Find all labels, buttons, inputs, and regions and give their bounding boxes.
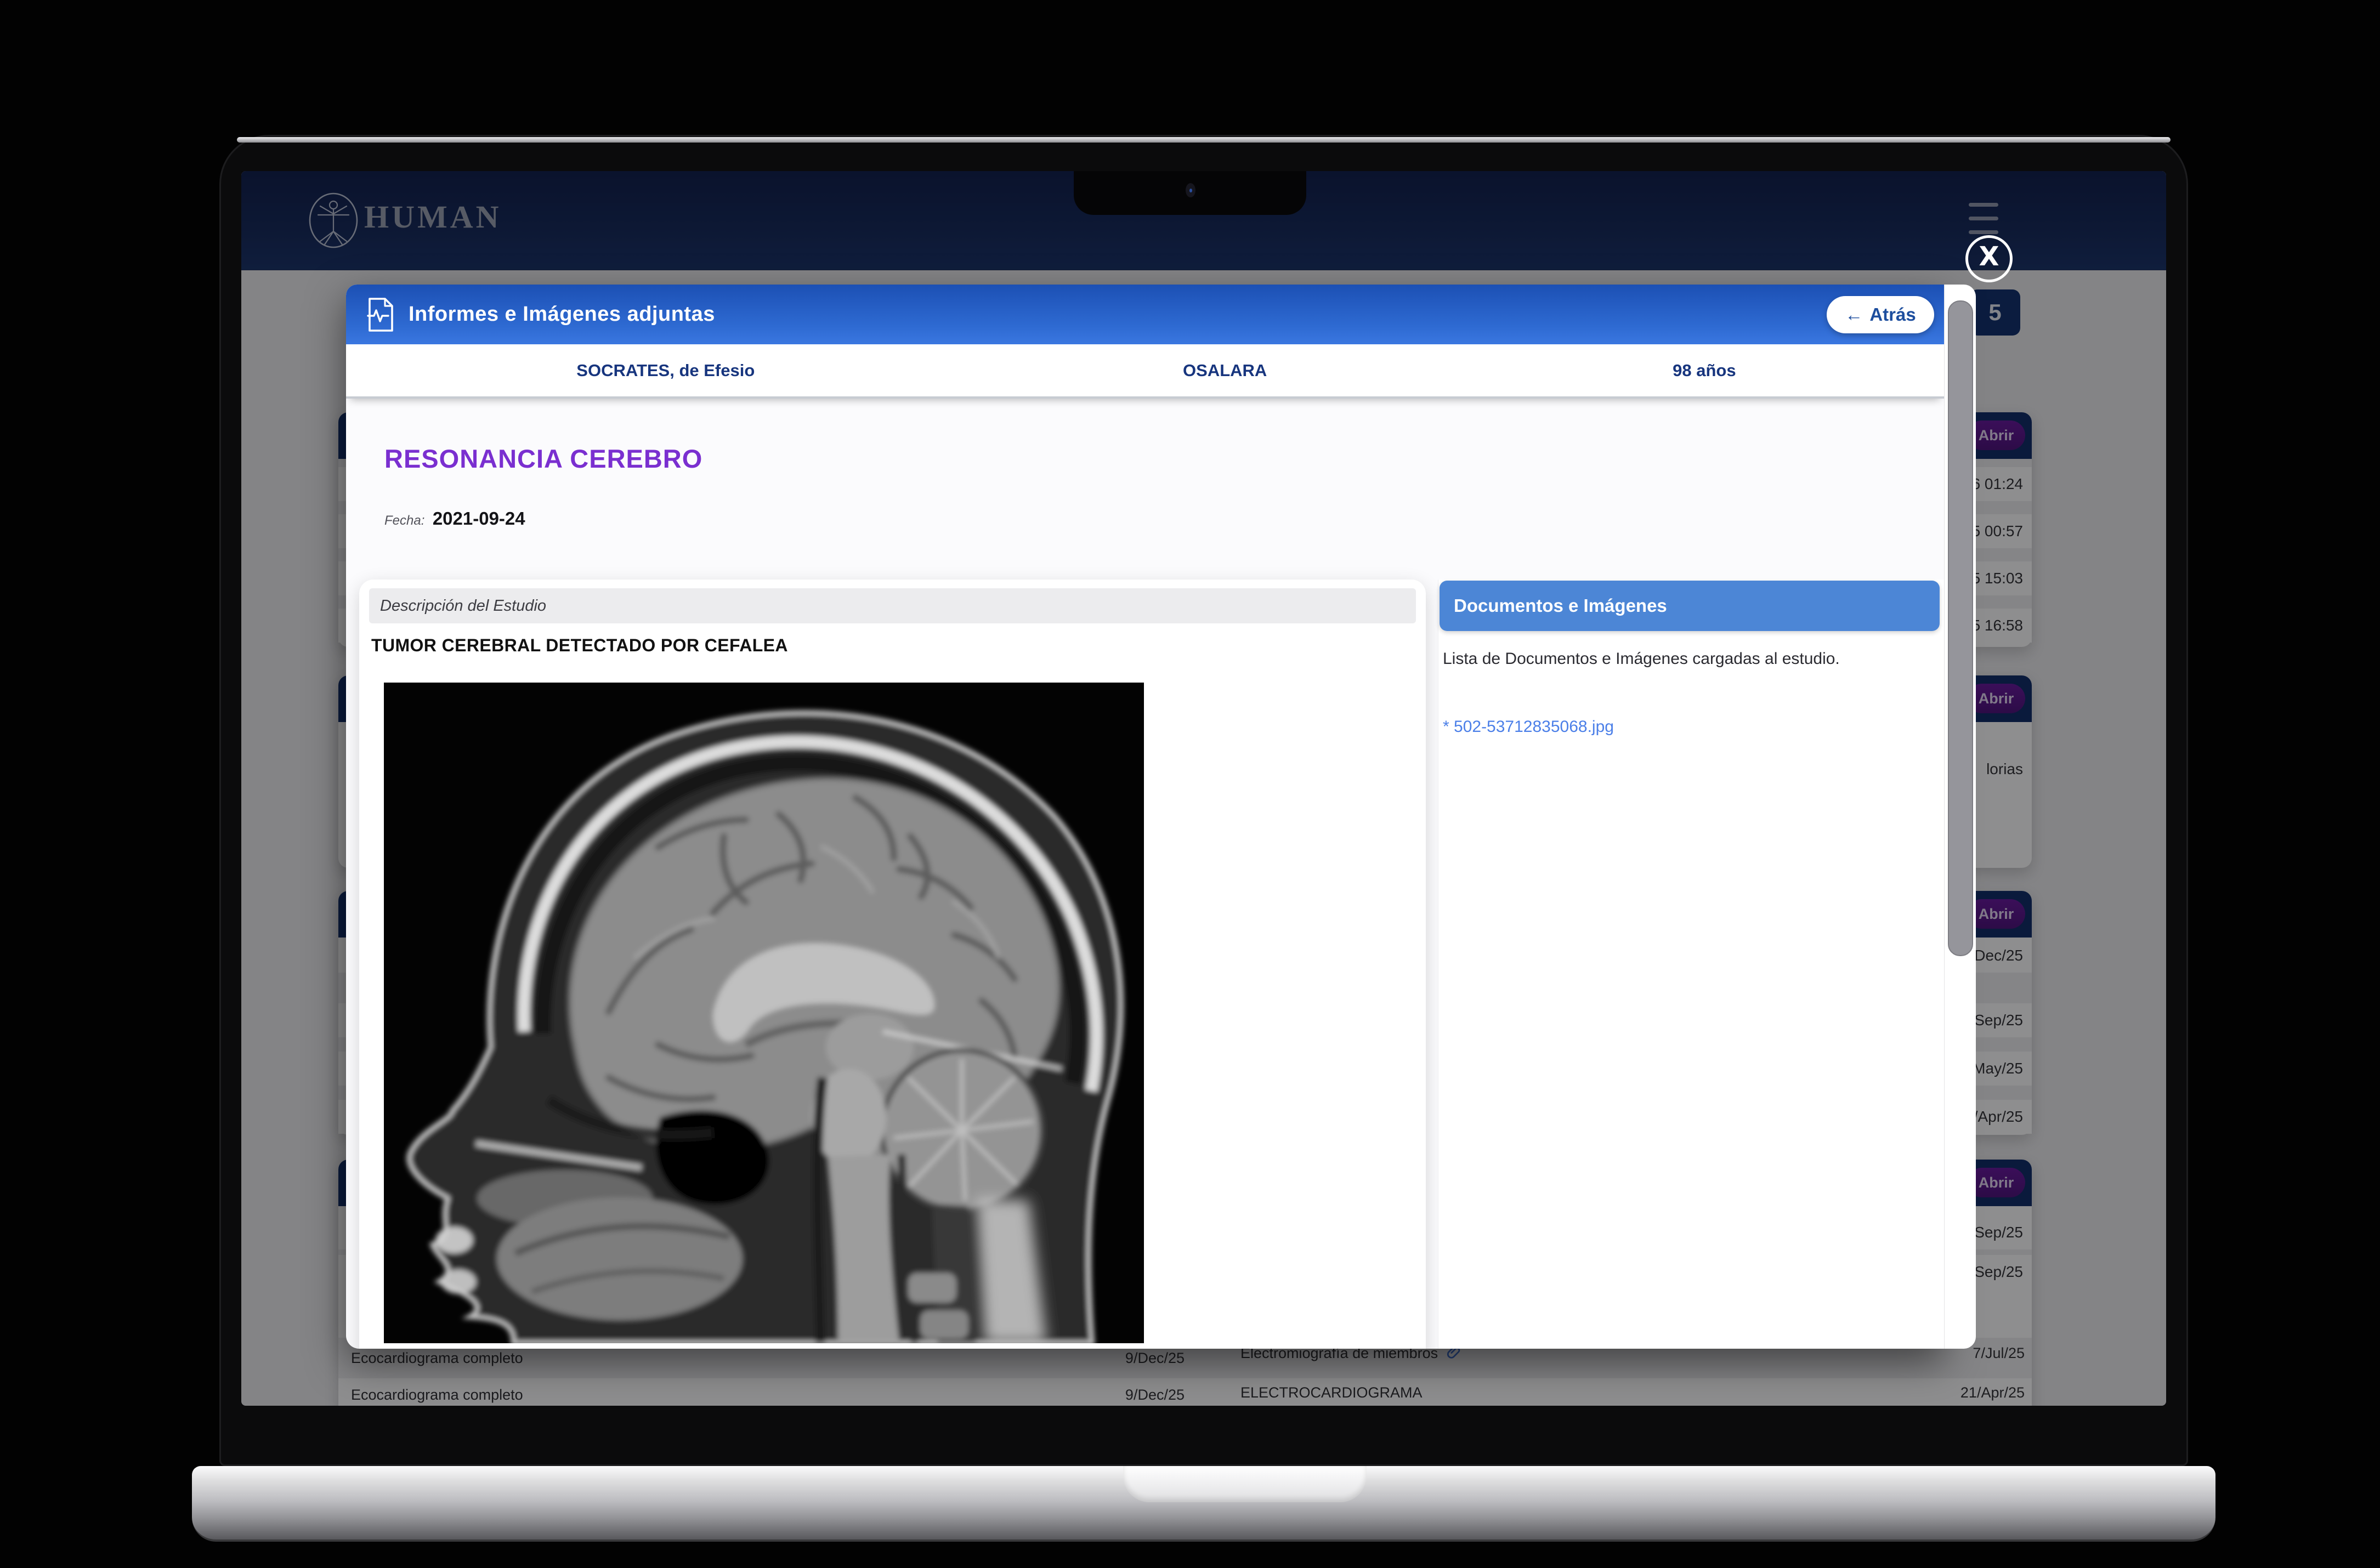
description-header: Descripción del Estudio	[369, 588, 1416, 623]
back-button[interactable]: ← Atrás	[1827, 296, 1934, 333]
study-date-line: Fecha: 2021-09-24	[384, 508, 525, 529]
report-document-icon	[367, 297, 394, 332]
laptop-lid-rim	[237, 137, 2171, 143]
modal-header: Informes e Imágenes adjuntas ← Atrás	[346, 285, 1944, 344]
finding-text: TUMOR CEREBRAL DETECTADO POR CEFALEA	[371, 635, 788, 656]
date-value: 2021-09-24	[433, 508, 525, 529]
study-title: RESONANCIA CEREBRO	[384, 444, 702, 474]
modal-scrollbar	[1944, 285, 1976, 1349]
patient-age: 98 años	[1465, 361, 1944, 380]
laptop-mockup: HUMAN Abrir 26 01:24 25 00:57 25 15:03 2…	[0, 0, 2380, 1568]
reports-modal: Informes e Imágenes adjuntas ← Atrás SOC…	[346, 285, 1944, 1349]
back-arrow-icon: ←	[1845, 304, 1863, 325]
documents-panel: Documentos e Imágenes Lista de Documento…	[1438, 580, 1944, 1349]
close-button[interactable]: X	[1965, 235, 2013, 282]
date-label: Fecha:	[384, 513, 424, 528]
laptop-lid-scoop	[1123, 1466, 1367, 1502]
camera-indicator-dot	[1189, 189, 1192, 192]
documents-header: Documentos e Imágenes	[1440, 581, 1940, 631]
documents-description: Lista de Documentos e Imágenes cargadas …	[1443, 645, 1925, 673]
scrollbar-thumb[interactable]	[1948, 300, 1973, 956]
modal-title: Informes e Imágenes adjuntas	[409, 303, 715, 326]
description-card: Descripción del Estudio TUMOR CEREBRAL D…	[359, 580, 1426, 1349]
patient-secondary: OSALARA	[985, 361, 1465, 380]
file-link[interactable]: * 502-53712835068.jpg	[1443, 718, 1614, 736]
patient-bar: SOCRATES, de Efesio OSALARA 98 años	[346, 344, 1944, 399]
patient-name: SOCRATES, de Efesio	[346, 361, 985, 380]
mri-brain-image	[384, 683, 1144, 1343]
